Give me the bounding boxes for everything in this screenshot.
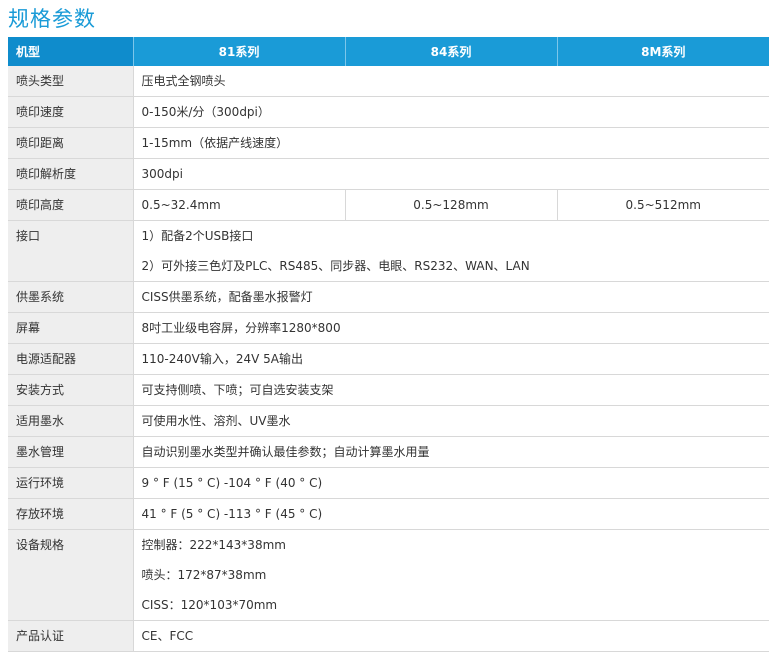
table-row: 运行环境 9 ° F (15 ° C) -104 ° F (40 ° C)	[8, 468, 769, 499]
row-value: 压电式全钢喷头	[133, 66, 769, 97]
print-height-84: 0.5~128mm	[345, 190, 557, 221]
print-height-81: 0.5~32.4mm	[133, 190, 345, 221]
table-row: 供墨系统 CISS供墨系统，配备墨水报警灯	[8, 282, 769, 313]
row-label: 电源适配器	[8, 344, 133, 375]
header-row: 机型 81系列 84系列 8M系列	[8, 37, 769, 66]
header-84-series: 84系列	[345, 37, 557, 66]
row-label: 墨水管理	[8, 437, 133, 468]
row-label: 喷印解析度	[8, 159, 133, 190]
header-81-series: 81系列	[133, 37, 345, 66]
row-label: 存放环境	[8, 499, 133, 530]
table-row: 存放环境 41 ° F (5 ° C) -113 ° F (45 ° C)	[8, 499, 769, 530]
print-height-8m: 0.5~512mm	[557, 190, 769, 221]
row-label: 运行环境	[8, 468, 133, 499]
row-label: 适用墨水	[8, 406, 133, 437]
interface-line: 1）配备2个USB接口	[142, 221, 769, 251]
row-label: 喷印速度	[8, 97, 133, 128]
row-value: 110-240V输入，24V 5A输出	[133, 344, 769, 375]
table-row: 喷头类型 压电式全钢喷头	[8, 66, 769, 97]
spec-table: 机型 81系列 84系列 8M系列 喷头类型 压电式全钢喷头 喷印速度 0-15…	[8, 37, 769, 652]
row-value: CISS供墨系统，配备墨水报警灯	[133, 282, 769, 313]
row-value: 300dpi	[133, 159, 769, 190]
table-row: 适用墨水 可使用水性、溶剂、UV墨水	[8, 406, 769, 437]
dimension-line: 控制器：222*143*38mm	[142, 530, 769, 560]
row-label: 喷印距离	[8, 128, 133, 159]
row-value: CE、FCC	[133, 621, 769, 652]
table-row: 屏幕 8吋工业级电容屏，分辨率1280*800	[8, 313, 769, 344]
table-row: 产品认证 CE、FCC	[8, 621, 769, 652]
row-label: 产品认证	[8, 621, 133, 652]
row-value: 自动识别墨水类型并确认最佳参数；自动计算墨水用量	[133, 437, 769, 468]
row-value: 8吋工业级电容屏，分辨率1280*800	[133, 313, 769, 344]
row-value: 控制器：222*143*38mm 喷头：172*87*38mm CISS：120…	[133, 530, 769, 621]
row-label: 供墨系统	[8, 282, 133, 313]
row-label: 设备规格	[8, 530, 133, 621]
row-value: 可支持侧喷、下喷；可自选安装支架	[133, 375, 769, 406]
row-value: 0-150米/分（300dpi）	[133, 97, 769, 128]
page-title: 规格参数	[8, 4, 96, 34]
dimension-line: 喷头：172*87*38mm	[142, 560, 769, 590]
table-row: 喷印高度 0.5~32.4mm 0.5~128mm 0.5~512mm	[8, 190, 769, 221]
row-label: 喷头类型	[8, 66, 133, 97]
row-value: 41 ° F (5 ° C) -113 ° F (45 ° C)	[133, 499, 769, 530]
table-row: 喷印解析度 300dpi	[8, 159, 769, 190]
table-row: 设备规格 控制器：222*143*38mm 喷头：172*87*38mm CIS…	[8, 530, 769, 621]
interface-line: 2）可外接三色灯及PLC、RS485、同步器、电眼、RS232、WAN、LAN	[142, 251, 769, 281]
row-value: 可使用水性、溶剂、UV墨水	[133, 406, 769, 437]
header-8m-series: 8M系列	[557, 37, 769, 66]
table-row: 墨水管理 自动识别墨水类型并确认最佳参数；自动计算墨水用量	[8, 437, 769, 468]
table-row: 电源适配器 110-240V输入，24V 5A输出	[8, 344, 769, 375]
table-row: 喷印距离 1-15mm（依据产线速度）	[8, 128, 769, 159]
row-value: 1）配备2个USB接口 2）可外接三色灯及PLC、RS485、同步器、电眼、RS…	[133, 221, 769, 282]
row-value: 9 ° F (15 ° C) -104 ° F (40 ° C)	[133, 468, 769, 499]
header-model: 机型	[8, 37, 133, 66]
row-label: 喷印高度	[8, 190, 133, 221]
dimension-line: CISS：120*103*70mm	[142, 590, 769, 620]
table-row: 安装方式 可支持侧喷、下喷；可自选安装支架	[8, 375, 769, 406]
row-value: 1-15mm（依据产线速度）	[133, 128, 769, 159]
row-label: 接口	[8, 221, 133, 282]
table-row: 喷印速度 0-150米/分（300dpi）	[8, 97, 769, 128]
row-label: 安装方式	[8, 375, 133, 406]
table-row: 接口 1）配备2个USB接口 2）可外接三色灯及PLC、RS485、同步器、电眼…	[8, 221, 769, 282]
row-label: 屏幕	[8, 313, 133, 344]
